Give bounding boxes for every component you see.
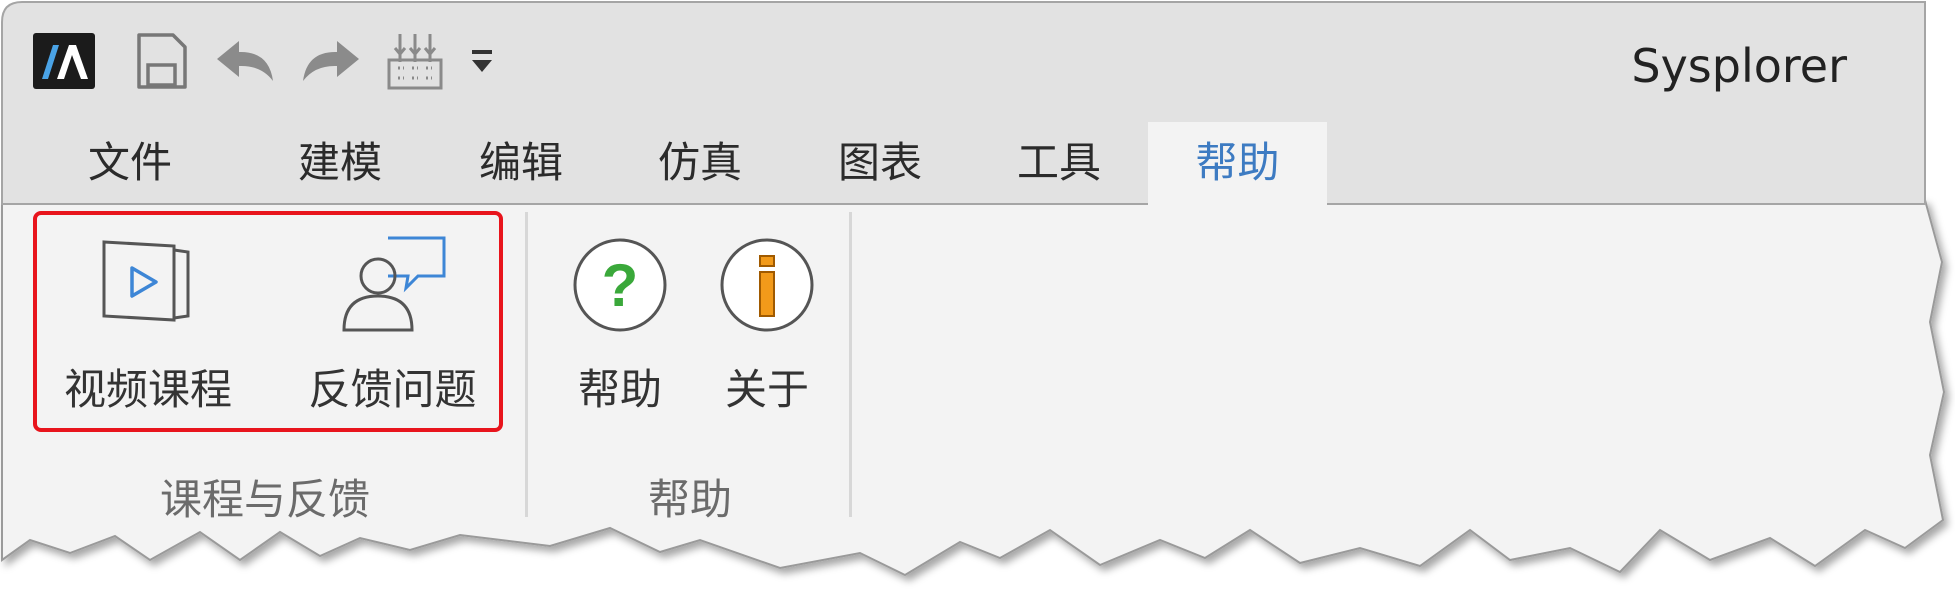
group-label-course-feedback: 课程与反馈 [159, 475, 370, 524]
help-icon: ? [573, 238, 667, 332]
video-course-button[interactable]: 视频课程 [48, 236, 248, 417]
feedback-icon [341, 236, 445, 332]
app-title: Sysplorer [1631, 39, 1847, 93]
screenshot-frame: Sysplorer 文件 建模 编辑 仿真 图表 工具 帮助 视频课程 反馈问题… [0, 0, 1955, 596]
redo-icon[interactable] [300, 32, 362, 90]
group-label-help: 帮助 [647, 475, 732, 524]
group-separator [849, 212, 852, 517]
feedback-button[interactable]: 反馈问题 [290, 236, 495, 417]
tab-file[interactable]: 文件 [55, 124, 205, 204]
app-logo-icon[interactable] [30, 32, 98, 90]
save-icon[interactable] [130, 32, 192, 90]
tab-edit[interactable]: 编辑 [446, 124, 596, 204]
tab-tools[interactable]: 工具 [984, 124, 1134, 204]
video-course-icon [102, 240, 190, 322]
feedback-label: 反馈问题 [308, 365, 477, 414]
help-button[interactable]: ? 帮助 [565, 236, 675, 417]
help-label: 帮助 [577, 365, 662, 414]
customize-toolbar-icon[interactable] [464, 32, 500, 90]
tab-modeling[interactable]: 建模 [265, 124, 415, 204]
video-course-label: 视频课程 [63, 365, 232, 414]
about-icon [720, 238, 814, 332]
group-separator [525, 212, 528, 517]
tab-simulation[interactable]: 仿真 [625, 124, 775, 204]
svg-text:?: ? [602, 252, 639, 319]
about-label: 关于 [724, 365, 809, 414]
tab-help[interactable]: 帮助 [1148, 124, 1327, 204]
about-button[interactable]: 关于 [712, 236, 822, 417]
undo-icon[interactable] [214, 32, 276, 90]
model-grid-icon[interactable] [384, 32, 446, 90]
tab-charts[interactable]: 图表 [805, 124, 955, 204]
